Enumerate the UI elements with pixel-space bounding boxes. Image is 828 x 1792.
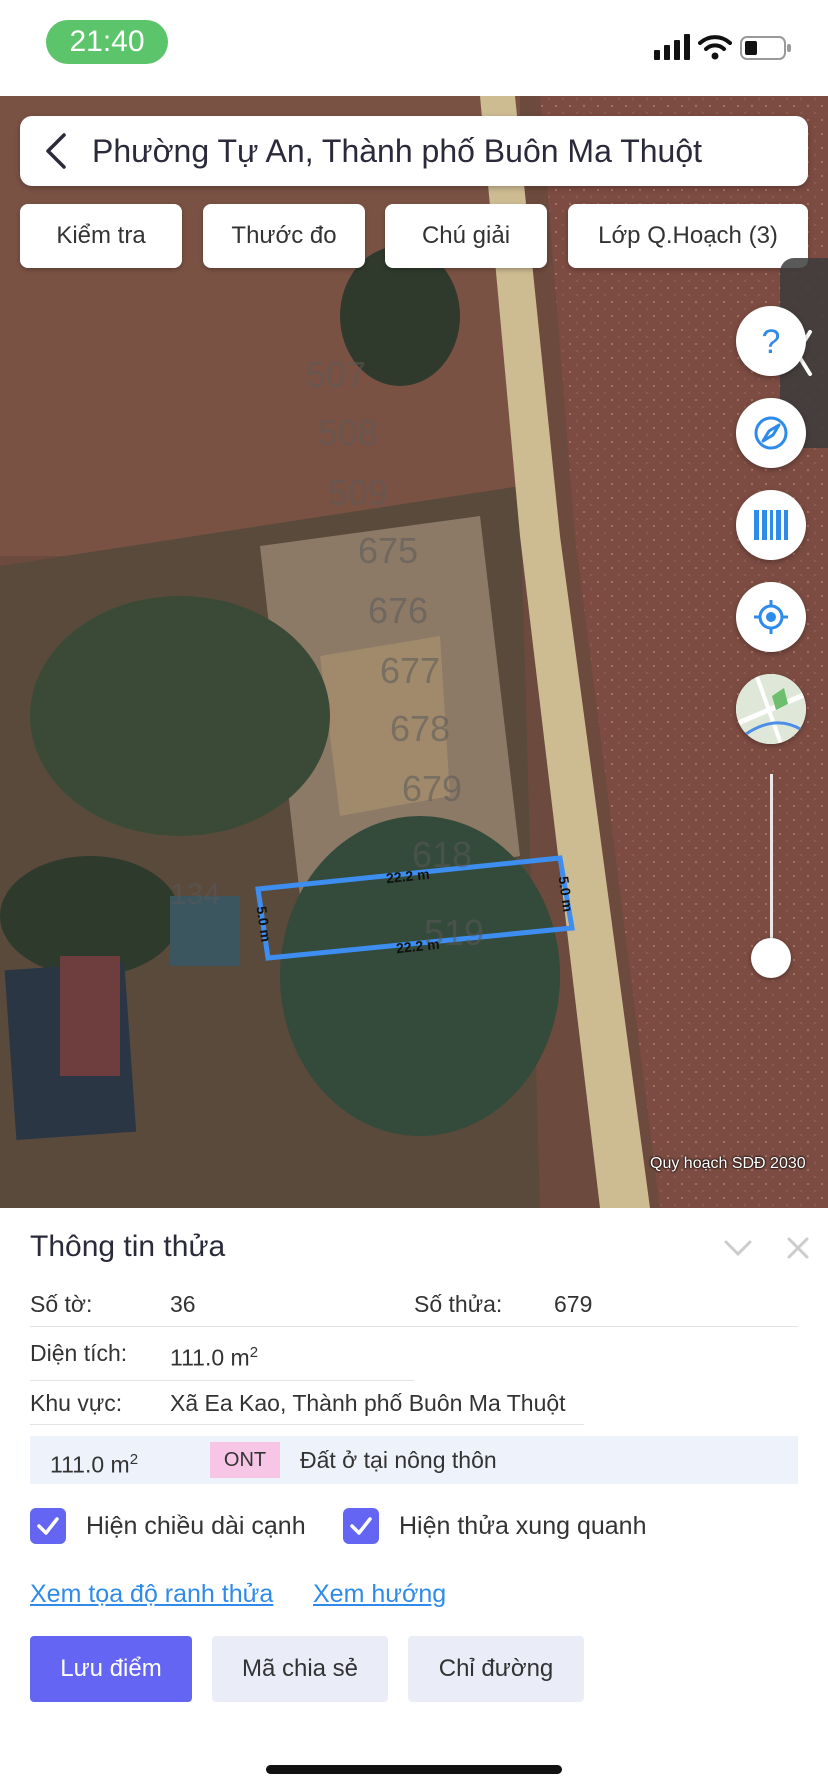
divider [30, 1380, 414, 1381]
parcel-number: 507 [306, 354, 367, 395]
cellular-signal-icon [654, 34, 690, 60]
parcel-number-label: Số thửa: [414, 1291, 503, 1317]
locate-button[interactable] [736, 582, 806, 652]
area-label: Diện tích: [30, 1340, 128, 1366]
directions-button[interactable]: Chỉ đường [408, 1636, 584, 1702]
land-use-code-badge: ONT [210, 1442, 280, 1478]
parcel-number: 677 [380, 650, 441, 691]
locate-icon [754, 600, 788, 634]
status-bar: 21:40 [0, 0, 828, 96]
region-value: Xã Ea Kao, Thành phố Buôn Ma Thuột [170, 1390, 566, 1416]
help-icon: ? [762, 323, 781, 359]
help-button[interactable]: ? [736, 306, 806, 376]
ruler-button[interactable]: Thước đo [203, 204, 365, 268]
land-use-description: Đất ở tại nông thôn [300, 1447, 497, 1473]
show-neighbors-label[interactable]: Hiện thửa xung quanh [399, 1512, 646, 1541]
svg-text:?: ? [762, 323, 781, 359]
barcode-icon [754, 510, 788, 540]
barcode-button[interactable] [736, 490, 806, 560]
location-header: Phường Tự An, Thành phố Buôn Ma Thuột [20, 116, 808, 186]
zoom-slider-knob[interactable] [751, 938, 791, 978]
parcel-number: 676 [368, 590, 429, 631]
close-icon[interactable] [786, 1236, 810, 1260]
show-neighbors-checkbox[interactable] [343, 1508, 379, 1544]
land-use-area: 111.0 m2 [50, 1451, 139, 1478]
parcel-number-value: 679 [554, 1291, 593, 1317]
back-arrow-icon[interactable] [42, 132, 70, 170]
share-code-button[interactable]: Mã chia sẻ [212, 1636, 388, 1702]
show-edge-length-checkbox[interactable] [30, 1508, 66, 1544]
save-point-button[interactable]: Lưu điểm [30, 1636, 192, 1702]
parcel-number: 509 [328, 472, 389, 513]
region-label: Khu vực: [30, 1390, 123, 1416]
planning-layers-button[interactable]: Lớp Q.Hoạch (3) [568, 204, 808, 268]
home-indicator [266, 1765, 562, 1774]
chevron-down-icon[interactable] [724, 1238, 752, 1258]
compass-button[interactable] [736, 398, 806, 468]
land-use-row: 111.0 m2 ONT Đất ở tại nông thôn [30, 1436, 798, 1484]
status-time: 21:40 [46, 20, 168, 64]
legend-button[interactable]: Chú giải [385, 204, 547, 268]
check-button[interactable]: Kiểm tra [20, 204, 182, 268]
compass-icon [754, 416, 788, 450]
checkmark-icon [350, 1517, 372, 1535]
location-title: Phường Tự An, Thành phố Buôn Ma Thuột [92, 133, 703, 169]
battery-icon [740, 36, 791, 60]
sheet-number-label: Số tờ: [30, 1291, 93, 1317]
parcel-number: 134 [170, 878, 221, 911]
divider [30, 1424, 584, 1425]
parcel-number: 679 [402, 768, 463, 809]
show-edge-length-label[interactable]: Hiện chiều dài cạnh [86, 1512, 306, 1541]
divider [30, 1326, 798, 1327]
view-direction-link[interactable]: Xem hướng [313, 1580, 446, 1609]
view-boundary-coords-link[interactable]: Xem tọa độ ranh thửa [30, 1580, 273, 1609]
area-value: 111.0 m2 [170, 1344, 259, 1371]
map-thumbnail [736, 674, 806, 744]
map-type-button[interactable] [736, 674, 806, 744]
parcel-number: 678 [390, 708, 451, 749]
parcel-number: 675 [358, 530, 419, 571]
wifi-icon [698, 35, 732, 60]
checkmark-icon [37, 1517, 59, 1535]
map-layer-caption: Quy hoạch SDĐ 2030 [650, 1155, 806, 1172]
panel-title: Thông tin thửa [30, 1230, 226, 1263]
sheet-number-value: 36 [170, 1291, 196, 1317]
parcel-number: 508 [318, 412, 379, 453]
